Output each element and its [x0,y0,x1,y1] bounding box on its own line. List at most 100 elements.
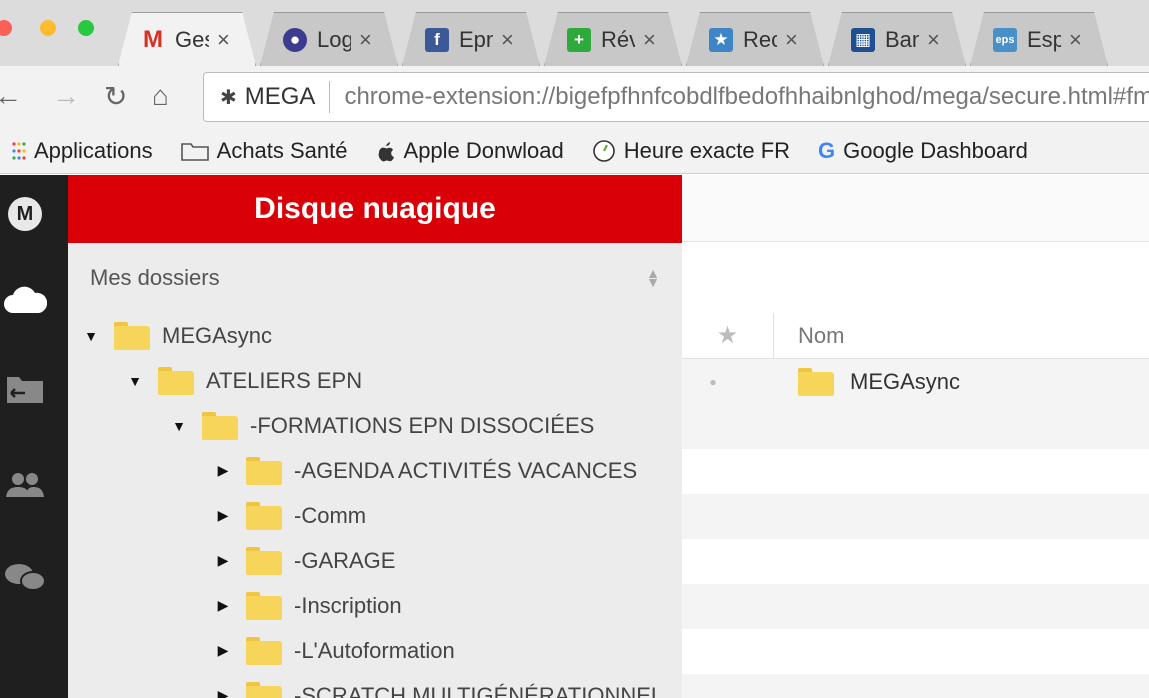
apple-icon [376,140,396,162]
caret-down-icon[interactable]: ▼ [170,418,188,434]
bookmark-label: Google Dashboard [843,137,1028,163]
tree-folder-row[interactable]: ▼ ATELIERS EPN [68,358,682,403]
tab-label: Epn [459,26,493,52]
column-name-header[interactable]: Nom [798,323,844,349]
folder-icon [114,321,150,350]
folder-icon [246,546,282,575]
forward-arrow-icon[interactable]: → [52,80,80,112]
row-stripe [682,584,1149,629]
caret-right-icon[interactable]: ▶ [214,597,232,614]
caret-right-icon[interactable]: ▶ [214,687,232,698]
tab-close-icon[interactable]: × [927,27,940,53]
browser-tab[interactable]: f Epn × [402,12,540,66]
back-arrow-icon[interactable]: ← [0,80,22,112]
folder-icon [798,367,834,396]
facebook-icon: f [425,27,449,52]
file-bullet-icon: ● [709,374,717,389]
tree-folder-label: -SCRATCH MULTIGÉNÉRATIONNEL [294,682,664,698]
bookmark-label: Heure exacte FR [623,137,791,163]
mega-left-rail: M [0,175,68,698]
row-stripe [682,404,1149,449]
folder-icon [246,591,282,620]
file-manager-main: ★ Nom ● MEGAsync [682,175,1149,698]
extension-badge: ✱ MEGA [220,83,315,111]
browser-tab-bar: M Ges × ● Logi × f Epn × + Rév × ★ Rec × ▦ Ban × eps Esp × [0,0,1149,66]
bookmark-heure-exacte[interactable]: Heure exacte FR [592,138,790,164]
file-row[interactable]: ● MEGAsync [682,359,1149,404]
tab-close-icon[interactable]: × [359,27,372,53]
bank-icon: ▦ [851,27,875,52]
minimize-window-button[interactable] [40,20,56,36]
browser-toolbar: ← → ↻ ⌂ ✱ MEGA chrome-extension://bigefp… [0,66,1149,128]
maximize-window-button[interactable] [78,20,94,36]
tree-folder-row[interactable]: ▶ -Inscription [68,583,682,628]
browser-tab[interactable]: ★ Rec × [686,12,824,66]
browser-tab[interactable]: M Ges × [118,12,256,66]
address-bar[interactable]: ✱ MEGA chrome-extension://bigefpfhnfcobd… [203,72,1149,122]
tree-folder-label: -AGENDA ACTIVITÉS VACANCES [294,457,638,483]
browser-tab[interactable]: + Rév × [544,12,682,66]
tree-folder-row[interactable]: ▼ -FORMATIONS EPN DISSOCIÉES [68,403,682,448]
tree-folder-label: -GARAGE [294,547,396,573]
bookmark-apple-download[interactable]: Apple Donwload [376,138,564,164]
bookmark-label: Achats Santé [216,137,348,163]
caret-right-icon[interactable]: ▶ [214,552,232,569]
caret-right-icon[interactable]: ▶ [214,462,232,479]
bookmark-applications[interactable]: Applications [12,138,153,164]
browser-tab[interactable]: eps Esp × [970,12,1108,66]
caret-right-icon[interactable]: ▶ [214,642,232,659]
tree-folder-row[interactable]: ▼ MEGAsync [68,313,682,358]
tree-folder-row[interactable]: ▶ -GARAGE [68,538,682,583]
tab-close-icon[interactable]: × [217,27,230,53]
tree-folder-label: ATELIERS EPN [206,367,363,393]
puzzle-piece-icon: ✱ [220,86,237,109]
tab-label: Logi [317,26,351,52]
cloud-drive-icon[interactable] [0,285,50,315]
caret-down-icon[interactable]: ▼ [126,373,144,389]
tree-folder-label: -Inscription [294,592,402,618]
contacts-icon[interactable] [0,471,50,499]
folder-icon [246,636,282,665]
folder-tree: ▼ MEGAsync ▼ ATELIERS EPN ▼ -FORMATIONS EPN D… [68,313,682,698]
tab-close-icon[interactable]: × [501,27,514,53]
folder-icon [246,681,282,698]
tab-label: Esp [1027,26,1061,52]
tree-folder-row[interactable]: ▶ -Comm [68,493,682,538]
clock-icon [592,139,616,163]
caret-right-icon[interactable]: ▶ [214,507,232,524]
caret-down-icon[interactable]: ▼ [82,328,100,344]
sort-arrows-icon[interactable]: ▲ ▼ [646,266,660,289]
section-header[interactable]: Mes dossiers ▲ ▼ [68,243,682,313]
browser-tab[interactable]: ▦ Ban × [828,12,966,66]
address-divider [329,81,331,113]
bookmark-label: Applications [34,137,153,163]
tree-folder-row[interactable]: ▶ -AGENDA ACTIVITÉS VACANCES [68,448,682,493]
tree-folder-row[interactable]: ▶ -SCRATCH MULTIGÉNÉRATIONNEL [68,673,682,698]
column-header-row: ★ Nom [682,312,1149,359]
reload-icon[interactable]: ↻ [104,80,127,113]
tab-close-icon[interactable]: × [643,27,656,53]
tab-close-icon[interactable]: × [785,27,798,53]
bookmark-achats-sante[interactable]: Achats Santé [180,137,348,164]
tree-folder-row[interactable]: ▶ -L'Autoformation [68,628,682,673]
tree-folder-label: MEGAsync [162,322,273,348]
browser-tab[interactable]: ● Logi × [260,12,398,66]
tab-close-icon[interactable]: × [1069,27,1082,53]
incoming-shares-icon[interactable] [0,373,50,405]
home-icon[interactable]: ⌂ [152,80,169,112]
tree-folder-label: -L'Autoformation [294,637,455,663]
close-window-button[interactable] [0,20,12,36]
favourite-star-icon[interactable]: ★ [682,312,774,359]
folder-icon [246,501,282,530]
site-label: MEGA [244,83,316,110]
plus-icon: + [567,27,591,52]
tab-label: Ban [885,26,919,52]
mega-logo-icon[interactable]: M [0,197,50,231]
bookmark-label: Apple Donwload [403,137,564,163]
folder-icon [202,411,238,440]
bookmark-google-dashboard[interactable]: G Google Dashboard [818,138,1028,164]
chat-icon[interactable] [0,561,50,593]
gmail-icon: M [143,25,163,53]
google-icon: G [818,137,836,163]
apps-grid-icon [12,141,26,160]
